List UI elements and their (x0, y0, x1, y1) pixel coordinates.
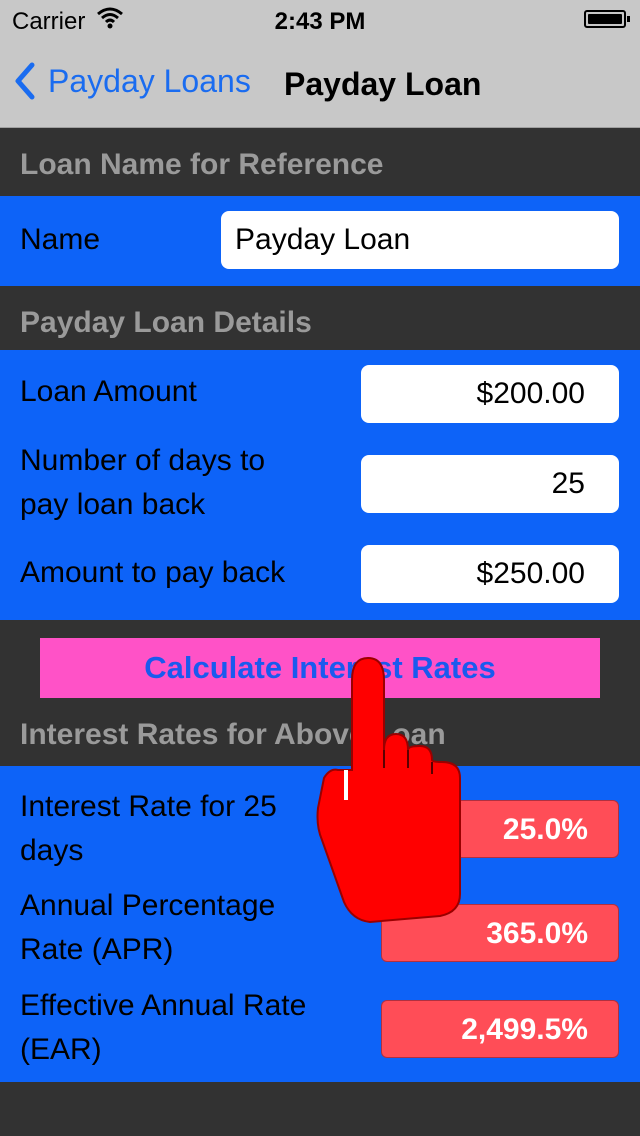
chevron-left-icon (15, 62, 35, 100)
navigation-bar: Payday Loans Payday Loan (0, 40, 640, 128)
section-header-reference: Loan Name for Reference (20, 148, 384, 181)
clock: 2:43 PM (274, 8, 366, 35)
days-label-line1: Number of days to (20, 444, 266, 477)
loan-amount-field[interactable]: $200.00 (361, 365, 619, 423)
days-label-line2: pay loan back (20, 488, 206, 521)
ear-label-line1: Effective Annual Rate (20, 989, 307, 1022)
status-bar: Carrier 2:43 PM (0, 0, 640, 40)
days-field[interactable]: 25 (361, 455, 619, 513)
rate-25-label-line2: days (20, 834, 84, 867)
back-button-label: Payday Loans (48, 62, 251, 99)
ear-label-line2: (EAR) (20, 1033, 102, 1066)
rate-25-label-line1: Interest Rate for 25 (20, 790, 277, 823)
page-title: Payday Loan (284, 66, 482, 102)
hand-pointer-icon (316, 656, 461, 924)
details-section: Loan Amount $200.00 Number of days to pa… (0, 350, 640, 620)
back-button[interactable]: Payday Loans (14, 62, 251, 100)
name-label: Name (20, 223, 101, 256)
apr-label-line2: Rate (APR) (20, 933, 174, 966)
section-header-details: Payday Loan Details (20, 306, 312, 339)
battery-icon (584, 10, 630, 28)
payback-field[interactable]: $250.00 (361, 545, 619, 603)
payback-label: Amount to pay back (20, 556, 286, 589)
reference-section: Name Payday Loan (0, 196, 640, 286)
name-field[interactable]: Payday Loan (221, 211, 619, 269)
ear-value: 2,499.5% (381, 1000, 619, 1058)
loan-amount-label: Loan Amount (20, 375, 197, 408)
apr-label-line1: Annual Percentage (20, 889, 276, 922)
